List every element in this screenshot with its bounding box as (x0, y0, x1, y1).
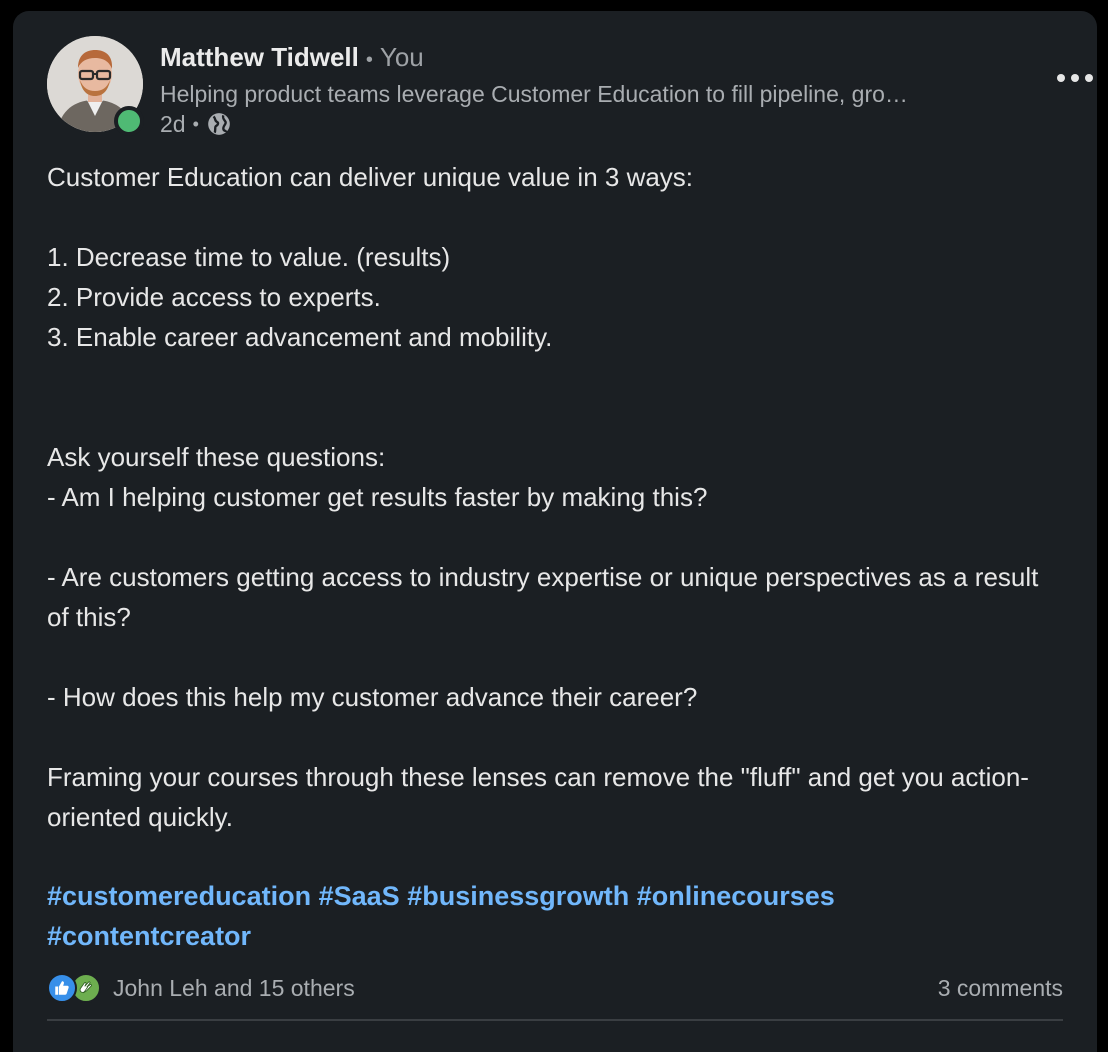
social-counts: John Leh and 15 others 3 comments (47, 971, 1063, 1005)
post-body-line (47, 357, 1067, 397)
post-meta: 2d • (160, 109, 232, 139)
separator-dot: • (192, 114, 199, 134)
author-line: Matthew Tidwell • You (160, 42, 424, 75)
post-body: Customer Education can deliver unique va… (47, 157, 1067, 837)
post-body-line: 1. Decrease time to value. (results) (47, 242, 451, 272)
post-body-line: - Are customers getting access to indust… (47, 562, 1039, 632)
comments-count[interactable]: 3 comments (938, 975, 1063, 1002)
post-header: Matthew Tidwell • You Helping product team… (47, 36, 1093, 140)
reactions-count[interactable]: John Leh and 15 others (113, 975, 355, 1002)
reaction-icons (47, 972, 103, 1004)
hashtag-link[interactable]: #SaaS (319, 881, 400, 911)
post-body-line (47, 717, 1067, 757)
more-options-button[interactable] (1051, 66, 1099, 90)
post-time: 2d (160, 111, 186, 137)
more-horizontal-icon (1071, 74, 1079, 82)
hashtag-link[interactable]: #onlinecourses (637, 881, 835, 911)
post-body-line: 2. Provide access to experts. (47, 282, 381, 312)
separator-dot: • (365, 49, 373, 71)
author-avatar-wrapper[interactable] (47, 36, 144, 136)
post-body-line (47, 197, 1067, 237)
post-body-line: Ask yourself these questions: (47, 442, 386, 472)
divider (47, 1019, 1063, 1021)
globe-icon (206, 111, 232, 137)
online-status-indicator (114, 106, 144, 136)
author-name[interactable]: Matthew Tidwell (160, 42, 359, 72)
post-body-line (47, 397, 1067, 437)
author-headline: Helping product teams leverage Customer … (160, 81, 908, 107)
hashtags: #customereducation #SaaS #businessgrowth… (47, 876, 1067, 956)
reactions-summary[interactable]: John Leh and 15 others (47, 972, 355, 1004)
more-horizontal-icon (1057, 74, 1065, 82)
hashtag-link[interactable]: #contentcreator (47, 921, 251, 951)
post-card: Matthew Tidwell • You Helping product team… (13, 11, 1097, 1052)
hashtag-link[interactable]: #customereducation (47, 881, 311, 911)
post-body-line: 3. Enable career advancement and mobilit… (47, 322, 553, 352)
like-icon (47, 973, 77, 1003)
post-body-line (47, 517, 1067, 557)
post-body-line: Customer Education can deliver unique va… (47, 162, 694, 192)
connection-degree: You (379, 42, 424, 72)
more-horizontal-icon (1085, 74, 1093, 82)
post-body-line: - Am I helping customer get results fast… (47, 482, 708, 512)
post-body-line: Framing your courses through these lense… (47, 762, 1029, 832)
hashtag-link[interactable]: #businessgrowth (407, 881, 629, 911)
post-body-line: - How does this help my customer advance… (47, 682, 698, 712)
post-body-line (47, 637, 1067, 677)
